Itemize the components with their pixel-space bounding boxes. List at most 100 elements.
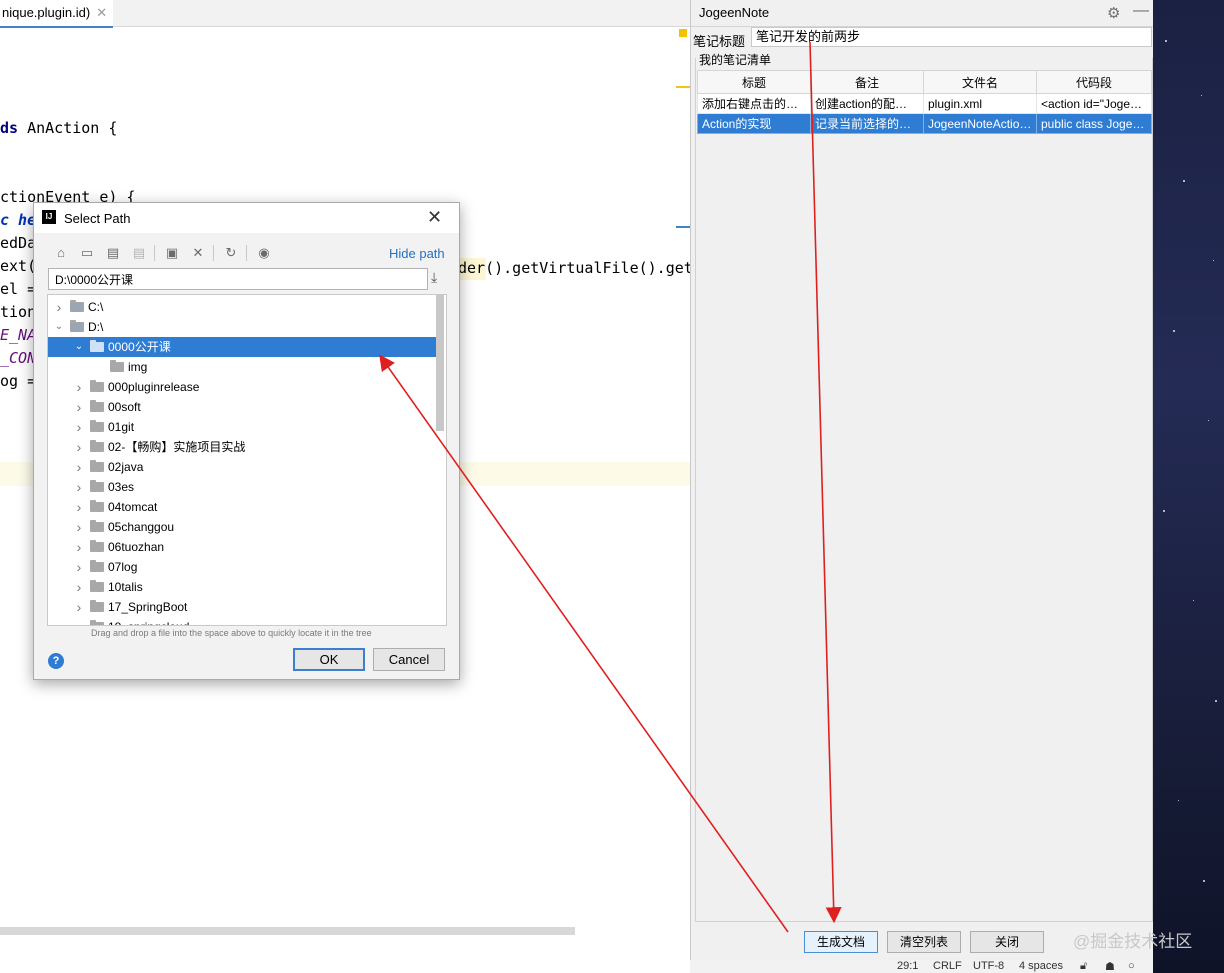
tree-node[interactable]: › 02-【畅购】实施项目实战	[48, 437, 436, 457]
show-hidden-icon[interactable]: ◉	[254, 243, 274, 263]
table-cell[interactable]: Action的实现	[697, 113, 811, 134]
tree-node[interactable]: › 18_springcloud	[48, 617, 436, 625]
table-cell[interactable]: public class JogeenNote	[1036, 113, 1152, 134]
code-line: ext(	[0, 257, 37, 275]
close-icon[interactable]: ✕	[427, 207, 442, 228]
tree-node[interactable]: › 05changgou	[48, 517, 436, 537]
indent-setting[interactable]: 4 spaces	[1019, 960, 1063, 972]
close-icon[interactable]: ✕	[96, 5, 107, 20]
tree-node-label: 17_SpringBoot	[108, 600, 188, 614]
table-cell[interactable]: 创建action的配置信息	[810, 93, 924, 114]
chevron-down-icon[interactable]: ⌄	[73, 337, 85, 357]
tree-node[interactable]: › 07log	[48, 557, 436, 577]
column-header-title[interactable]: 标题	[697, 70, 811, 94]
tree-node[interactable]: ⌄ D:\	[48, 317, 436, 337]
help-icon[interactable]: ?	[48, 653, 64, 669]
vertical-scrollbar[interactable]	[436, 295, 444, 431]
chevron-right-icon[interactable]: ›	[73, 417, 85, 437]
column-header-code[interactable]: 代码段	[1036, 70, 1152, 94]
table-cell[interactable]: JogeenNoteAction.java	[923, 113, 1037, 134]
home-icon[interactable]: ⌂	[51, 243, 71, 263]
column-header-remark[interactable]: 备注	[810, 70, 924, 94]
file-encoding[interactable]: UTF-8	[973, 960, 1004, 972]
file-tree[interactable]: › C:\ ⌄ D:\ ⌄ 0000公开课 img › 000pluginrelease › 00s…	[47, 294, 447, 626]
clear-list-button[interactable]: 清空列表	[887, 931, 961, 953]
chevron-right-icon[interactable]: ›	[73, 497, 85, 517]
table-cell[interactable]: 记录当前选择的文本信息	[810, 113, 924, 134]
folder-icon	[90, 340, 104, 352]
chevron-right-icon[interactable]: ›	[73, 457, 85, 477]
tree-node[interactable]: › 000pluginrelease	[48, 377, 436, 397]
tree-node[interactable]: › 01git	[48, 417, 436, 437]
tree-node-label: 01git	[108, 420, 135, 434]
table-cell[interactable]: <action id="Jogeen"	[1036, 93, 1152, 114]
tree-node[interactable]: › 10talis	[48, 577, 436, 597]
folder-icon	[90, 560, 104, 572]
tree-node[interactable]: ⌄ 0000公开课	[48, 337, 436, 357]
note-title-input[interactable]	[751, 27, 1152, 47]
tree-node[interactable]: › 06tuozhan	[48, 537, 436, 557]
cancel-button[interactable]: Cancel	[373, 648, 445, 671]
tree-node[interactable]: › 02java	[48, 457, 436, 477]
caret-position[interactable]: 29:1	[897, 960, 918, 972]
column-header-filename[interactable]: 文件名	[923, 70, 1037, 94]
inspector-icon[interactable]: ☗	[1105, 960, 1115, 973]
code-line: c he	[0, 211, 37, 229]
chevron-down-icon[interactable]: ⌄	[53, 317, 65, 337]
new-folder-icon[interactable]: ▣	[162, 243, 182, 263]
table-cell[interactable]: 添加右键点击的菜单项	[697, 93, 811, 114]
chevron-right-icon[interactable]: ›	[53, 297, 65, 317]
refresh-icon[interactable]: ↻	[221, 243, 241, 263]
code-line: el =	[0, 280, 37, 298]
folder-icon	[90, 420, 104, 432]
folder-icon	[110, 360, 124, 372]
close-button[interactable]: 关闭	[970, 931, 1044, 953]
chevron-right-icon[interactable]: ›	[73, 377, 85, 397]
ok-button[interactable]: OK	[293, 648, 365, 671]
project-folder-icon[interactable]: ▤	[103, 243, 123, 263]
generate-doc-button[interactable]: 生成文档	[804, 931, 878, 953]
chevron-right-icon[interactable]: ›	[73, 437, 85, 457]
chevron-right-icon[interactable]: ›	[73, 617, 85, 625]
lock-icon[interactable]: 🔓︎	[1080, 960, 1087, 973]
delete-icon[interactable]: ✕	[188, 243, 208, 263]
dialog-titlebar[interactable]: IJ Select Path ✕	[34, 203, 459, 233]
chevron-right-icon[interactable]: ›	[73, 597, 85, 617]
notes-list-group	[695, 58, 1153, 922]
select-path-dialog: IJ Select Path ✕ ⌂ ▭ ▤ ▤ ▣ ✕ ↻ ◉ Hide pa…	[33, 202, 460, 680]
folder-icon	[90, 500, 104, 512]
tree-node-label: 03es	[108, 480, 135, 494]
table-cell[interactable]: plugin.xml	[923, 93, 1037, 114]
tool-window-title: JogeenNote	[699, 5, 770, 20]
path-input[interactable]	[48, 268, 428, 290]
tree-node[interactable]: › 00soft	[48, 397, 436, 417]
horizontal-scrollbar[interactable]	[0, 927, 575, 935]
gear-icon[interactable]: ⚙	[1107, 4, 1120, 22]
chevron-right-icon[interactable]: ›	[73, 557, 85, 577]
table-row[interactable]: Action的实现记录当前选择的文本信息JogeenNoteAction.jav…	[697, 113, 1152, 134]
chevron-right-icon[interactable]: ›	[73, 477, 85, 497]
module-folder-icon[interactable]: ▤	[129, 243, 149, 263]
chevron-right-icon[interactable]: ›	[73, 517, 85, 537]
chevron-right-icon[interactable]: ›	[73, 397, 85, 417]
tree-node-label: D:\	[88, 320, 104, 334]
tree-node[interactable]: › C:\	[48, 297, 436, 317]
code-line: edDa	[0, 234, 37, 252]
hide-path-link[interactable]: Hide path	[389, 246, 445, 261]
tree-node[interactable]: › 03es	[48, 477, 436, 497]
editor-tab[interactable]: nique.plugin.id) ✕	[0, 0, 114, 28]
chevron-right-icon[interactable]: ›	[73, 577, 85, 597]
table-row[interactable]: 添加右键点击的菜单项 创建action的配置信息 plugin.xml <action…	[697, 93, 1152, 114]
memory-icon[interactable]: ○	[1128, 960, 1135, 972]
chevron-right-icon[interactable]: ›	[73, 537, 85, 557]
tree-node[interactable]: › 17_SpringBoot	[48, 597, 436, 617]
minimize-icon[interactable]: —	[1133, 2, 1149, 20]
tree-node[interactable]: img	[48, 357, 436, 377]
intellij-logo-icon: IJ	[42, 210, 56, 224]
notes-table[interactable]: 标题 备注 文件名 代码段 添加右键点击的菜单项 创建action的配置信息 plu…	[697, 70, 1152, 134]
line-separator[interactable]: CRLF	[933, 960, 962, 972]
status-bar: 29:1 CRLF UTF-8 4 spaces 🔓︎ ☗ ○	[690, 960, 1153, 973]
desktop-icon[interactable]: ▭	[77, 243, 97, 263]
tree-node[interactable]: › 04tomcat	[48, 497, 436, 517]
download-icon[interactable]: ⤓	[431, 269, 437, 286]
